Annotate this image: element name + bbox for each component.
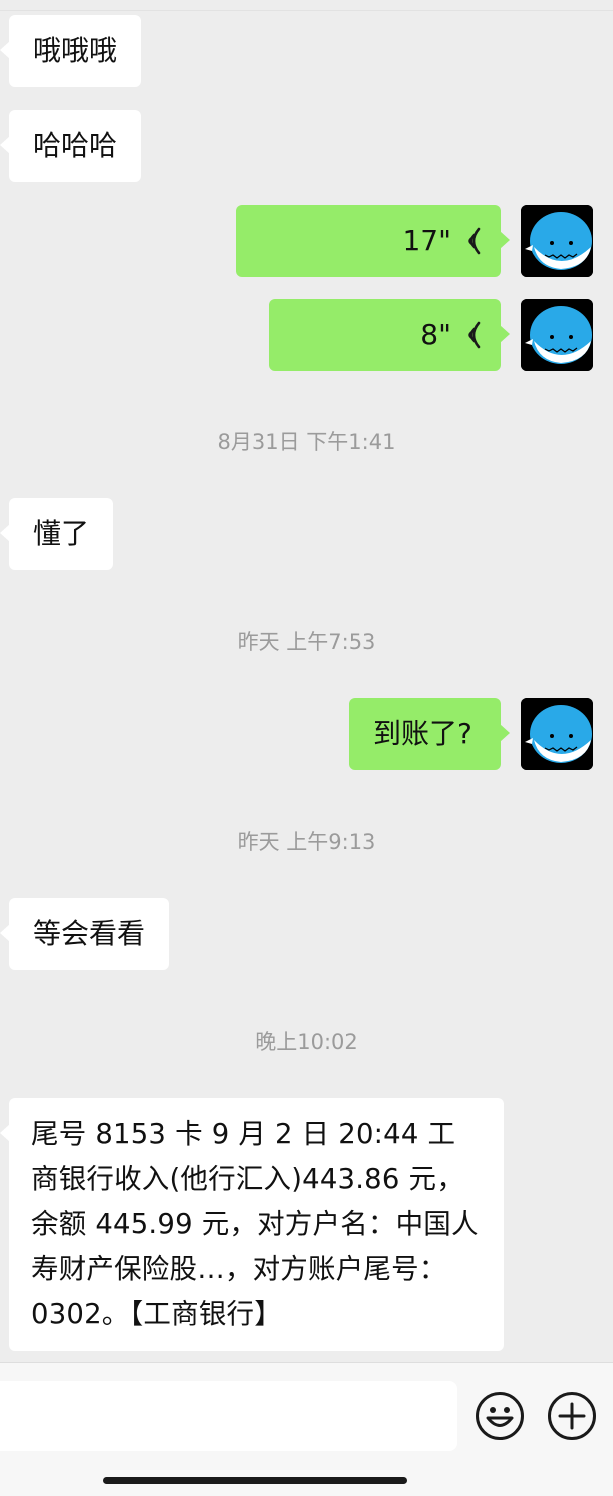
- message-bubble-received[interactable]: 哦哦哦: [0, 15, 142, 87]
- user-avatar[interactable]: [521, 698, 593, 770]
- message-text: 等会看看: [33, 917, 146, 950]
- message-text: 到账了?: [373, 717, 472, 750]
- message-input[interactable]: [0, 1381, 457, 1451]
- message-bubble-received[interactable]: 尾号 8153 卡 9 月 2 日 20:44 工商银行收入(他行汇入)443.…: [0, 1098, 504, 1351]
- timestamp: 8月31日 下午1:41: [217, 430, 396, 454]
- voice-wave-icon: [468, 321, 481, 349]
- message-bubble-received[interactable]: 等会看看: [0, 898, 170, 970]
- user-avatar[interactable]: [521, 205, 593, 277]
- voice-message-bubble[interactable]: 8": [269, 299, 510, 371]
- plus-icon[interactable]: [547, 1391, 597, 1441]
- message-text: 哦哦哦: [33, 34, 118, 67]
- home-indicator[interactable]: [103, 1477, 407, 1484]
- voice-message-bubble[interactable]: 17": [236, 205, 510, 277]
- voice-duration: 17": [402, 224, 451, 257]
- message-text: 哈哈哈: [33, 129, 118, 162]
- voice-wave-icon: [468, 227, 481, 255]
- whale-avatar: [521, 698, 593, 770]
- voice-duration: 8": [420, 318, 451, 351]
- message-text: 尾号 8153 卡 9 月 2 日 20:44 工商银行收入(他行汇入)443.…: [31, 1118, 479, 1330]
- whale-avatar: [521, 205, 593, 277]
- message-bubble-received[interactable]: 哈哈哈: [0, 110, 142, 182]
- message-text: 懂了: [33, 517, 90, 550]
- emoji-icon[interactable]: [475, 1391, 525, 1441]
- timestamp: 晚上10:02: [255, 1030, 358, 1054]
- user-avatar[interactable]: [521, 299, 593, 371]
- message-bubble-received[interactable]: 懂了: [0, 498, 114, 570]
- timestamp: 昨天 上午9:13: [237, 830, 376, 854]
- timestamp: 昨天 上午7:53: [237, 630, 376, 654]
- top-divider: [0, 10, 613, 11]
- chat-input-bar: [0, 1362, 613, 1496]
- message-bubble-sent[interactable]: 到账了?: [349, 698, 510, 770]
- whale-avatar: [521, 299, 593, 371]
